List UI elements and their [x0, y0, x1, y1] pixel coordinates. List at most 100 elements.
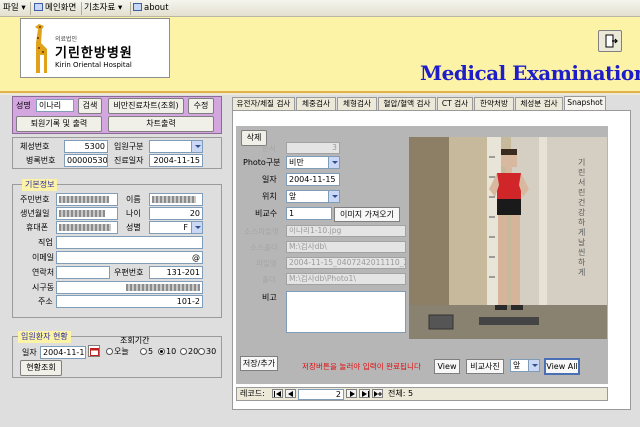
view-position-select[interactable]: 앞 [510, 359, 540, 372]
edit-button[interactable]: 수정 [188, 98, 214, 114]
snapshot-date-field[interactable]: 2004-11-15 [286, 173, 340, 186]
radio-icon [180, 348, 187, 355]
logo-english-name: Kirin Oriental Hospital [55, 61, 132, 69]
obesity-chart-button[interactable]: 비만진료차트(조회) [108, 98, 184, 114]
first-record-icon [274, 391, 281, 397]
menu-separator [81, 2, 82, 15]
chart-no-field[interactable]: 000005300 [64, 154, 108, 167]
radio-icon [198, 348, 205, 355]
discharge-record-button[interactable]: 퇴원기록 및 출력 [16, 116, 102, 132]
age-field[interactable]: 20 [149, 207, 203, 220]
first-record-button[interactable] [272, 389, 283, 398]
current-record-field[interactable]: 2 [298, 389, 344, 400]
period-option-30[interactable]: 30 [198, 346, 216, 358]
next-record-button[interactable] [346, 389, 357, 398]
period-option-20[interactable]: 20 [180, 346, 198, 358]
position-select[interactable]: 앞 [286, 190, 340, 203]
chevron-down-icon[interactable] [528, 360, 539, 371]
blurred-value [59, 224, 111, 231]
chart-print-button[interactable]: 차트출력 [108, 116, 214, 132]
logo-name: 기린한방병원 [55, 46, 133, 61]
seq-label: 순서 [262, 144, 276, 153]
menu-file[interactable]: 파일 ▾ [3, 2, 26, 15]
period-option-today[interactable]: 오늘 [106, 346, 129, 358]
chevron-down-icon[interactable] [191, 141, 202, 152]
sex-select[interactable]: F [149, 221, 203, 234]
body-type-no-label: 체성번호 [20, 142, 50, 151]
ratio-label: 비교수 [255, 209, 278, 218]
save-add-button[interactable]: 저장/추가 [240, 356, 278, 371]
chevron-down-icon[interactable] [328, 191, 339, 202]
tab-body-shape[interactable]: 체형검사 [337, 97, 377, 110]
menu-main-screen[interactable]: 메인화면 [34, 2, 76, 15]
rrn-field[interactable] [56, 193, 118, 206]
inpatient-date-field[interactable]: 2004-11-15 [40, 346, 86, 359]
admission-type-label: 입원구분 [114, 142, 144, 151]
record-label: 레코드: [240, 389, 265, 398]
contact-field[interactable] [56, 266, 110, 279]
tab-snapshot[interactable]: Snapshot [564, 96, 606, 110]
folder-label: 폴더 [262, 275, 276, 284]
patient-name-input[interactable]: 이나리 [36, 99, 74, 112]
last-record-button[interactable] [359, 389, 370, 398]
photo-type-label: Photo구분 [243, 158, 281, 167]
address-field[interactable]: 101-2 [56, 295, 203, 308]
status-query-button[interactable]: 현황조회 [20, 360, 62, 376]
tab-body-composition[interactable]: 체성분 검사 [515, 97, 563, 110]
period-option-10[interactable]: 10 [158, 346, 176, 358]
compare-photo-button[interactable]: 비교사진 [466, 359, 504, 374]
tab-weight[interactable]: 체중검사 [296, 97, 336, 110]
chevron-down-icon[interactable] [328, 157, 339, 168]
zip-label: 우편번호 [114, 268, 144, 277]
visit-date-field[interactable]: 2004-11-15 [149, 154, 203, 167]
new-record-icon [374, 391, 382, 397]
giraffe-logo-icon [35, 24, 47, 73]
menu-about[interactable]: about [133, 2, 169, 15]
exit-button[interactable] [598, 30, 622, 52]
contact-label: 연락처 [32, 268, 55, 277]
load-image-button[interactable]: 이미지 가져오기 [334, 207, 400, 222]
calendar-button[interactable] [88, 345, 100, 357]
job-field[interactable] [56, 236, 203, 249]
district-field[interactable] [56, 281, 203, 294]
seq-field: 3 [286, 142, 340, 154]
zip-field[interactable]: 131-201 [149, 266, 203, 279]
admission-type-select[interactable] [149, 140, 203, 153]
photo-caption: 기린서린 건강하게 날씬하게 [578, 158, 586, 277]
ratio-field[interactable]: 1 [286, 207, 332, 220]
snapshot-date-label: 일자 [262, 175, 277, 184]
mobile-field[interactable] [56, 221, 118, 234]
tab-gene-constitution[interactable]: 유전자/체질 검사 [232, 97, 295, 110]
new-record-button[interactable] [372, 389, 383, 398]
birth-label: 생년월일 [20, 209, 50, 218]
position-label: 위치 [262, 192, 277, 201]
rrn-label: 주민번호 [20, 195, 50, 204]
tab-blood-pressure[interactable]: 혈압/혈액 검사 [378, 97, 436, 110]
chevron-down-icon[interactable] [191, 222, 202, 233]
photo-type-select[interactable]: 비만 [286, 156, 340, 169]
menu-basic-data[interactable]: 기초자료 ▾ [84, 2, 122, 15]
exit-door-icon [605, 34, 618, 48]
chart-no-label: 병록번호 [26, 156, 56, 165]
district-label: 시구동 [32, 283, 55, 292]
name-label: 성명 [16, 101, 31, 110]
radio-selected-icon [158, 348, 165, 355]
body-type-no-field[interactable]: 5300 [64, 140, 108, 153]
remark-label: 비고 [262, 293, 277, 302]
period-option-5[interactable]: 5 [140, 346, 153, 358]
view-all-button[interactable]: View All [544, 358, 580, 375]
birth-field[interactable] [56, 207, 118, 220]
tab-ct[interactable]: CT 검사 [437, 97, 473, 110]
job-label: 직업 [38, 238, 53, 247]
search-button[interactable]: 검색 [78, 98, 102, 114]
view-button[interactable]: View [434, 359, 460, 374]
file-name-label: 파일명 [256, 259, 277, 268]
visit-date-label: 진료일자 [114, 156, 144, 165]
menu-separator [130, 2, 131, 15]
email-field[interactable]: @ [56, 251, 203, 264]
remark-textarea[interactable] [286, 291, 406, 333]
tab-herbal-prescription[interactable]: 한약처방 [474, 97, 514, 110]
person-name-field[interactable] [149, 193, 203, 206]
prev-record-button[interactable] [285, 389, 296, 398]
next-record-icon [350, 391, 355, 397]
